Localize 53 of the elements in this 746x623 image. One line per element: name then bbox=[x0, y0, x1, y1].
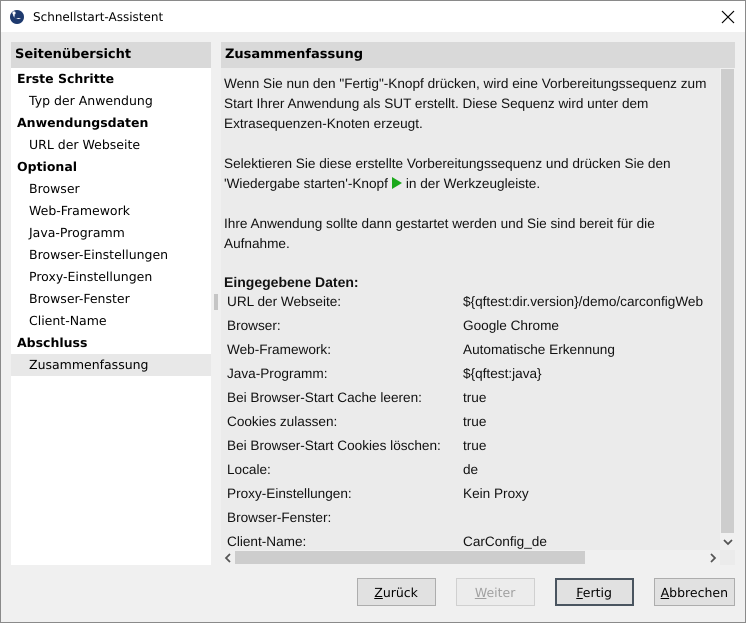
paragraph: Wenn Sie nun den "Fertig"-Knopf drücken, wird eine Vorbereitungssequenz zum Start Ihrer Anwendung als SUT erstellt. Diese Sequenz wird unter dem Extrasequenzen-Knoten erzeugt. bbox=[224, 75, 708, 133]
vertical-scrollbar[interactable] bbox=[720, 68, 735, 550]
sidebar-item[interactable]: Zusammenfassung bbox=[11, 354, 211, 376]
sidebar-group-label: Abschluss bbox=[16, 334, 88, 352]
field-value: de bbox=[463, 461, 480, 479]
field-label: Java-Programm: bbox=[227, 365, 328, 383]
field-label: Browser-Fenster: bbox=[227, 509, 332, 527]
sidebar-item[interactable]: Proxy-Einstellungen bbox=[11, 266, 211, 288]
close-icon[interactable] bbox=[721, 10, 735, 24]
sidebar-group-label: Optional bbox=[16, 158, 78, 176]
field-value: Automatische Erkennung bbox=[463, 341, 616, 359]
sidebar-title: Seitenübersicht bbox=[11, 42, 211, 68]
field-value: true bbox=[463, 413, 488, 431]
app-logo-icon bbox=[9, 8, 25, 24]
horizontal-scrollbar[interactable] bbox=[221, 550, 720, 565]
instruction-text: Selektieren Sie diese erstellte Vorbereitungssequenz und drücken Sie den bbox=[224, 155, 672, 173]
instruction-text: 'Wiedergabe starten'-Knopf bbox=[224, 176, 388, 191]
field-label: Bei Browser-Start Cookies löschen: bbox=[227, 437, 442, 455]
field-label: Browser: bbox=[227, 317, 282, 335]
data-heading: Eingegebene Daten: bbox=[224, 273, 360, 292]
sidebar-item[interactable]: URL der Webseite bbox=[11, 134, 211, 156]
field-label: Web-Framework: bbox=[227, 341, 332, 359]
field-value: Kein Proxy bbox=[463, 485, 530, 503]
sidebar-item[interactable]: Browser bbox=[11, 178, 211, 200]
play-icon bbox=[392, 177, 402, 189]
sidebar-group-label: Erste Schritte bbox=[16, 70, 116, 88]
field-label: Bei Browser-Start Cache leeren: bbox=[227, 389, 423, 407]
sidebar-item[interactable]: Browser-Einstellungen bbox=[11, 244, 211, 266]
sidebar-item[interactable]: Typ der Anwendung bbox=[11, 90, 211, 112]
content-title: Zusammenfassung bbox=[221, 42, 735, 68]
sidebar-group-label: Anwendungsdaten bbox=[16, 114, 150, 132]
field-value: ${qftest:java} bbox=[463, 365, 543, 383]
field-value: CarConfig_de bbox=[463, 533, 548, 550]
field-label: Client-Name: bbox=[227, 533, 308, 550]
dialog-button[interactable]: Abbrechen bbox=[654, 578, 735, 606]
splitter-grip-icon[interactable] bbox=[214, 294, 218, 310]
field-label: Proxy-Einstellungen: bbox=[227, 485, 353, 503]
paragraph: Ihre Anwendung sollte dann gestartet werden und Sie sind bereit für die Aufnahme. bbox=[224, 215, 656, 253]
sidebar-item[interactable]: Browser-Fenster bbox=[11, 288, 211, 310]
field-label: Cookies zulassen: bbox=[227, 413, 338, 431]
field-label: Locale: bbox=[227, 461, 272, 479]
dialog-button[interactable]: Zurück bbox=[356, 578, 436, 606]
field-value: true bbox=[463, 389, 488, 407]
sidebar-item[interactable]: Web-Framework bbox=[11, 200, 211, 222]
field-value: ${qftest:dir.version}/demo/carconfigWeb bbox=[463, 293, 704, 311]
sidebar-item[interactable]: Java-Programm bbox=[11, 222, 211, 244]
window-title: Schnellstart-Assistent bbox=[33, 10, 164, 24]
instruction-text: in der Werkzeugleiste. bbox=[406, 176, 540, 191]
field-value: Google Chrome bbox=[463, 317, 560, 335]
field-label: URL der Webseite: bbox=[227, 293, 342, 311]
dialog-button[interactable]: Fertig bbox=[554, 578, 634, 606]
sidebar-item[interactable]: Client-Name bbox=[11, 310, 211, 332]
field-value: true bbox=[463, 437, 488, 455]
